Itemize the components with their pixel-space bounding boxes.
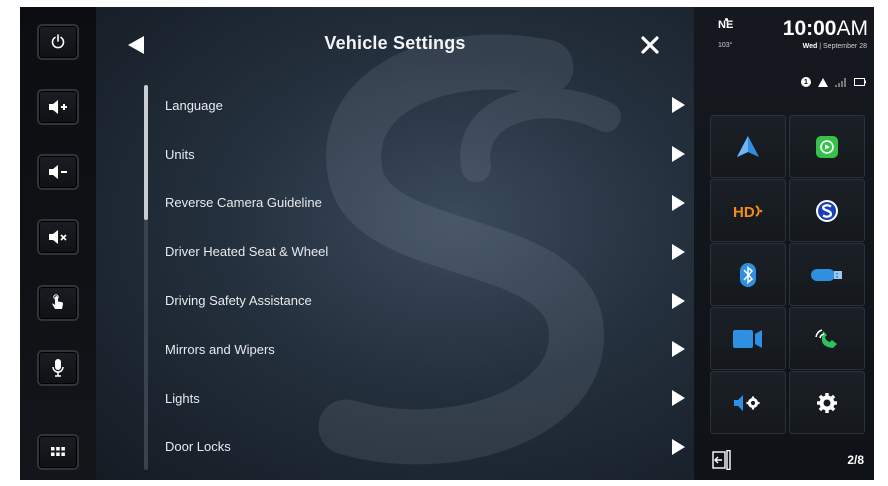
menu-item-language[interactable]: Language — [154, 81, 694, 130]
mute-icon — [49, 230, 67, 244]
menu-item-mirrors-and-wipers[interactable]: Mirrors and Wipers — [154, 325, 694, 374]
warning-triangle-icon — [818, 77, 828, 87]
title-bar: Vehicle Settings — [96, 7, 694, 79]
menu-item-driver-heated-seat-wheel[interactable]: Driver Heated Seat & Wheel — [154, 227, 694, 276]
siriusxm-tile[interactable] — [789, 179, 865, 242]
chevron-right-icon — [672, 341, 685, 358]
volume-down-icon — [49, 165, 67, 179]
volume-down-button[interactable] — [37, 154, 79, 190]
carplay-tile[interactable] — [789, 115, 865, 178]
chevron-right-icon — [672, 194, 685, 211]
speaker-settings-icon — [734, 394, 760, 411]
siriusxm-icon — [816, 199, 838, 222]
close-icon[interactable] — [639, 34, 661, 56]
menu-item-label: Language — [165, 97, 223, 113]
clock: 10:00AM — [783, 17, 868, 41]
bluetooth-icon — [740, 262, 756, 287]
phone-icon — [815, 328, 837, 348]
chevron-right-icon — [672, 243, 685, 260]
menu-item-lights[interactable]: Lights — [154, 374, 694, 423]
menu-item-label: Lights — [165, 390, 200, 406]
volume-up-button[interactable] — [37, 89, 79, 125]
page-title: Vehicle Settings — [324, 33, 466, 53]
apps-button[interactable] — [37, 434, 79, 470]
chevron-right-icon — [672, 292, 685, 309]
mute-button[interactable] — [37, 219, 79, 255]
chevron-right-icon — [672, 390, 685, 407]
notification-badge-icon[interactable]: 1 — [801, 77, 811, 87]
navigation-tile[interactable] — [710, 115, 786, 178]
shortcut-tile-grid: HD — [710, 115, 866, 434]
volume-up-icon — [49, 100, 67, 114]
scrollbar[interactable] — [144, 85, 148, 470]
menu-item-label: Door Locks — [165, 439, 231, 455]
menu-item-label: Units — [165, 146, 195, 162]
carplay-icon — [816, 135, 838, 158]
navigation-arrow-icon — [737, 135, 759, 157]
hd-radio-icon: HD — [733, 204, 763, 221]
svg-text:HD: HD — [733, 204, 755, 221]
compass-heading: 103° — [718, 42, 733, 49]
compass-direction: NE — [718, 19, 734, 31]
menu-item-door-locks[interactable]: Door Locks — [154, 423, 694, 472]
video-camera-icon — [733, 329, 762, 348]
bluetooth-tile[interactable] — [710, 243, 786, 306]
scrollbar-thumb[interactable] — [144, 85, 148, 220]
menu-item-label: Reverse Camera Guideline — [165, 195, 322, 211]
camera-tile[interactable] — [710, 307, 786, 370]
infotainment-screen: Vehicle Settings Language Units Reverse … — [20, 7, 874, 480]
settings-panel: Vehicle Settings Language Units Reverse … — [96, 7, 694, 480]
power-button[interactable] — [37, 24, 79, 60]
clock-time: 10:00 — [782, 17, 837, 40]
touch-button[interactable] — [37, 285, 79, 321]
status-shortcut-panel: NE 103° 10:00AM Wed | September 28 1 HD — [694, 7, 874, 480]
menu-item-driving-safety-assistance[interactable]: Driving Safety Assistance — [154, 276, 694, 325]
menu-item-label: Driver Heated Seat & Wheel — [165, 244, 329, 260]
date-day: Wed — [802, 43, 818, 50]
audio-settings-tile[interactable] — [710, 371, 786, 434]
chevron-right-icon — [672, 146, 685, 163]
page-indicator: 2/8 — [847, 453, 864, 467]
back-arrow-icon[interactable] — [124, 33, 148, 57]
menu-item-label: Driving Safety Assistance — [165, 293, 312, 309]
chevron-right-icon — [672, 438, 685, 455]
settings-menu-list: Language Units Reverse Camera Guideline … — [154, 81, 694, 471]
settings-tile[interactable] — [789, 371, 865, 434]
voice-button[interactable] — [37, 350, 79, 386]
date-display: Wed | September 28 — [802, 43, 867, 50]
clock-ampm: AM — [836, 17, 869, 40]
gear-icon — [817, 392, 837, 413]
status-icons: 1 — [801, 77, 866, 87]
microphone-icon — [52, 359, 64, 377]
menu-item-label: Mirrors and Wipers — [165, 341, 275, 357]
menu-item-units[interactable]: Units — [154, 130, 694, 179]
power-icon — [51, 34, 65, 49]
signal-bars-icon — [835, 77, 846, 87]
battery-icon — [854, 78, 866, 86]
date-text: September 28 — [823, 43, 867, 50]
touch-hand-icon — [52, 294, 63, 309]
apps-grid-icon — [51, 447, 65, 456]
chevron-right-icon — [672, 97, 685, 114]
phone-tile[interactable] — [789, 307, 865, 370]
exit-panel-icon[interactable] — [712, 450, 732, 470]
usb-icon — [811, 268, 842, 281]
left-button-column — [20, 7, 96, 480]
menu-item-reverse-camera-guideline[interactable]: Reverse Camera Guideline — [154, 179, 694, 228]
hd-radio-tile[interactable]: HD — [710, 179, 786, 242]
usb-tile[interactable] — [789, 243, 865, 306]
